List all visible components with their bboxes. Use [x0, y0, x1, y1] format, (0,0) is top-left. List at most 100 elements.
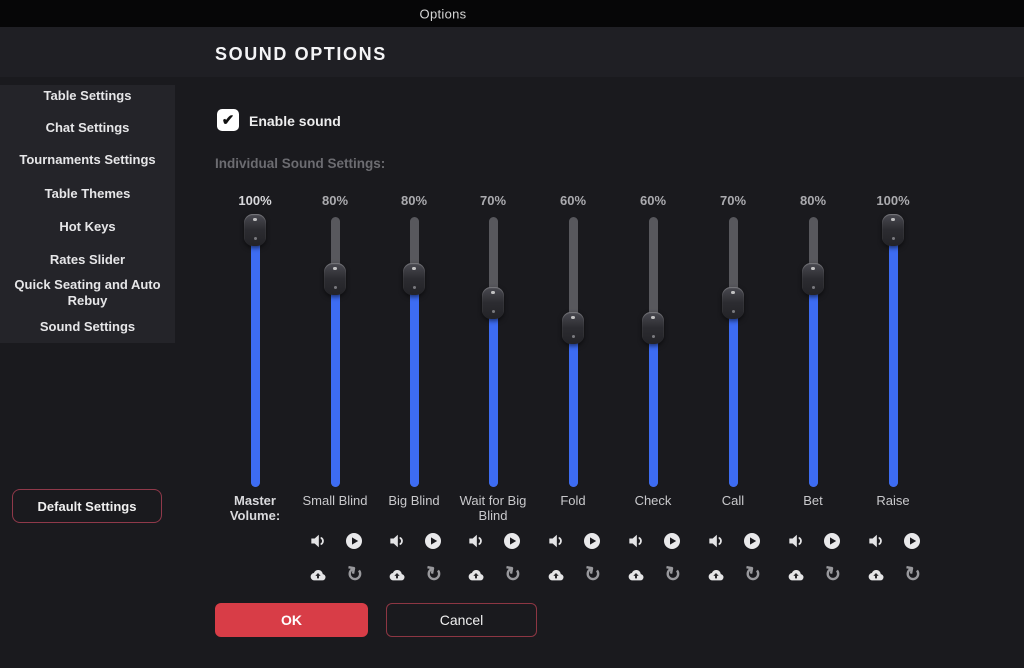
volume-percent-label: 60% [608, 193, 698, 208]
upload-sound-button[interactable] [466, 565, 486, 585]
play-sound-button[interactable] [902, 531, 922, 551]
sidebar-item-rates-slider[interactable]: Rates Slider [0, 252, 175, 268]
slider-label: Wait for Big Blind [448, 493, 538, 523]
play-icon [742, 531, 762, 551]
slider-column-fold: 60%Fold↻ [528, 190, 618, 590]
ok-button[interactable]: OK [215, 603, 368, 637]
sidebar-item-chat-settings[interactable]: Chat Settings [0, 120, 175, 136]
volume-slider-track[interactable] [649, 217, 658, 487]
reset-sound-button[interactable]: ↻ [742, 565, 762, 585]
upload-sound-button[interactable] [546, 565, 566, 585]
play-sound-button[interactable] [822, 531, 842, 551]
reset-sound-button[interactable]: ↻ [423, 565, 443, 585]
play-sound-button[interactable] [423, 531, 443, 551]
play-sound-button[interactable] [662, 531, 682, 551]
checkmark-icon: ✔ [222, 111, 235, 129]
volume-slider-track[interactable] [251, 217, 260, 487]
volume-slider-fill [569, 328, 578, 487]
refresh-icon: ↻ [344, 564, 364, 587]
volume-slider-fill [889, 230, 898, 487]
upload-sound-button[interactable] [706, 565, 726, 585]
sidebar-item-table-settings[interactable]: Table Settings [0, 88, 175, 104]
volume-slider-track[interactable] [889, 217, 898, 487]
volume-percent-label: 70% [448, 193, 538, 208]
reset-sound-button[interactable]: ↻ [502, 565, 522, 585]
refresh-icon: ↻ [902, 564, 922, 587]
volume-slider-track[interactable] [331, 217, 340, 487]
volume-slider-thumb[interactable] [722, 287, 744, 319]
refresh-icon: ↻ [662, 564, 682, 587]
play-icon [344, 531, 364, 551]
slider-column-master-volume: 100%Master Volume: [210, 190, 300, 590]
slider-column-raise: 100%Raise↻ [848, 190, 938, 590]
mute-toggle-button[interactable] [308, 531, 328, 551]
volume-slider-thumb[interactable] [802, 263, 824, 295]
volume-icon [626, 531, 646, 551]
reset-sound-button[interactable]: ↻ [662, 565, 682, 585]
volume-icon [546, 531, 566, 551]
reset-sound-button[interactable]: ↻ [822, 565, 842, 585]
play-sound-button[interactable] [742, 531, 762, 551]
volume-percent-label: 80% [768, 193, 858, 208]
volume-slider-thumb[interactable] [482, 287, 504, 319]
play-icon [902, 531, 922, 551]
mute-toggle-button[interactable] [387, 531, 407, 551]
refresh-icon: ↻ [582, 564, 602, 587]
volume-slider-thumb[interactable] [562, 312, 584, 344]
play-sound-button[interactable] [502, 531, 522, 551]
upload-icon [626, 565, 646, 585]
volume-slider-track[interactable] [729, 217, 738, 487]
enable-sound-checkbox[interactable]: ✔ [217, 109, 239, 131]
volume-slider-fill [809, 279, 818, 487]
volume-percent-label: 60% [528, 193, 618, 208]
upload-sound-button[interactable] [387, 565, 407, 585]
volume-icon [308, 531, 328, 551]
reset-sound-button[interactable]: ↻ [902, 565, 922, 585]
volume-percent-label: 80% [290, 193, 380, 208]
volume-icon [387, 531, 407, 551]
volume-icon [786, 531, 806, 551]
play-sound-button[interactable] [344, 531, 364, 551]
volume-slider-thumb[interactable] [244, 214, 266, 246]
reset-sound-button[interactable]: ↻ [344, 565, 364, 585]
volume-percent-label: 100% [210, 193, 300, 208]
slider-column-wait-for-big-blind: 70% Wait for Big Blind ↻ [448, 190, 538, 590]
volume-slider-thumb[interactable] [882, 214, 904, 246]
slider-column-call: 70%Call↻ [688, 190, 778, 590]
upload-sound-button[interactable] [626, 565, 646, 585]
mute-toggle-button[interactable] [786, 531, 806, 551]
volume-slider-track[interactable] [809, 217, 818, 487]
volume-slider-track[interactable] [489, 217, 498, 487]
upload-icon [546, 565, 566, 585]
upload-sound-button[interactable] [786, 565, 806, 585]
sidebar-item-quick-seating-and-auto-rebuy[interactable]: Quick Seating and Auto Rebuy [0, 277, 175, 309]
volume-percent-label: 100% [848, 193, 938, 208]
sidebar-item-hot-keys[interactable]: Hot Keys [0, 219, 175, 235]
play-icon [582, 531, 602, 551]
play-sound-button[interactable] [582, 531, 602, 551]
upload-sound-button[interactable] [308, 565, 328, 585]
volume-slider-fill [489, 303, 498, 487]
volume-slider-thumb[interactable] [642, 312, 664, 344]
slider-column-bet: 80%Bet↻ [768, 190, 858, 590]
mute-toggle-button[interactable] [466, 531, 486, 551]
volume-icon [866, 531, 886, 551]
mute-toggle-button[interactable] [546, 531, 566, 551]
mute-toggle-button[interactable] [706, 531, 726, 551]
play-icon [423, 531, 443, 551]
cancel-button[interactable]: Cancel [386, 603, 537, 637]
mute-toggle-button[interactable] [626, 531, 646, 551]
volume-slider-track[interactable] [569, 217, 578, 487]
sidebar-item-table-themes[interactable]: Table Themes [0, 186, 175, 202]
upload-sound-button[interactable] [866, 565, 886, 585]
slider-label: Small Blind [290, 493, 380, 508]
volume-slider-thumb[interactable] [324, 263, 346, 295]
mute-toggle-button[interactable] [866, 531, 886, 551]
play-icon [662, 531, 682, 551]
reset-sound-button[interactable]: ↻ [582, 565, 602, 585]
sidebar-item-sound-settings[interactable]: Sound Settings [0, 319, 175, 335]
sidebar-item-tournaments-settings[interactable]: Tournaments Settings [0, 152, 175, 168]
volume-slider-thumb[interactable] [403, 263, 425, 295]
volume-slider-track[interactable] [410, 217, 419, 487]
default-settings-button[interactable]: Default Settings [12, 489, 162, 523]
